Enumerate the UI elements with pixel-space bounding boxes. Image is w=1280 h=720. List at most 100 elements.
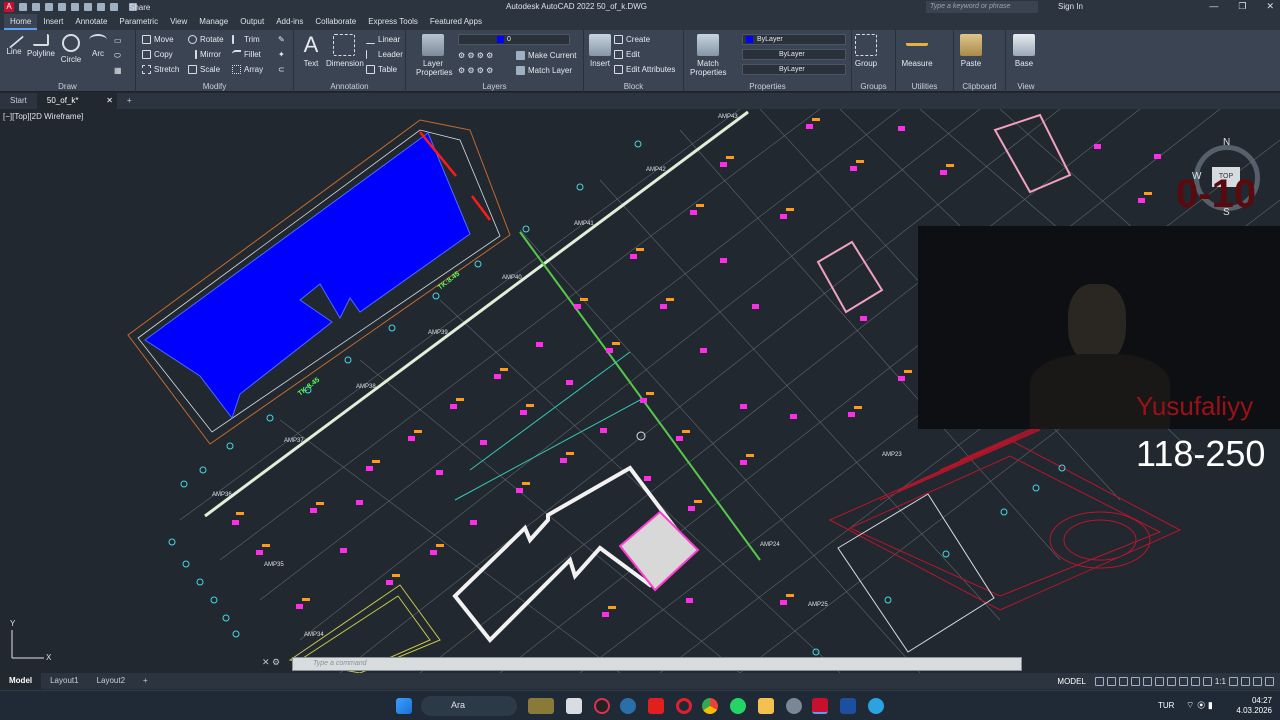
line-button[interactable]: Line — [3, 29, 25, 56]
tab-drawing[interactable]: 50_of_k* ✕ — [36, 93, 117, 109]
viewport-label[interactable]: [−][Top][2D Wireframe] — [3, 112, 83, 121]
tab-collaborate[interactable]: Collaborate — [309, 14, 362, 30]
minimize-icon[interactable]: — — [1209, 1, 1218, 12]
windows-start-icon[interactable] — [396, 698, 412, 714]
tab-start[interactable]: Start — [0, 93, 37, 109]
annotation-scale[interactable]: 1:1 — [1215, 677, 1226, 686]
scale-button[interactable]: Scale — [188, 65, 220, 74]
lineweight-dropdown[interactable]: ByLayer — [742, 64, 846, 75]
tray-icons[interactable]: ⌔ ◉ ▮ — [1186, 700, 1213, 711]
model-space-button[interactable]: MODEL — [1057, 677, 1085, 686]
tab-output[interactable]: Output — [234, 14, 270, 30]
restore-icon[interactable]: ❐ — [1238, 1, 1246, 12]
isolate-objects-icon[interactable] — [1241, 676, 1250, 686]
tab-manage[interactable]: Manage — [193, 14, 234, 30]
command-line-input[interactable]: Type a command — [292, 657, 1022, 671]
measure-button[interactable]: Measure — [900, 34, 934, 68]
osnap-icon[interactable] — [1154, 676, 1164, 686]
rectangle-icon[interactable]: ▭ — [114, 36, 122, 45]
close-icon[interactable]: ✕ — [1266, 1, 1274, 12]
layer-tools-icon[interactable]: ⚙ ⚙ ⚙ ⚙ — [458, 51, 493, 60]
tab-add-ins[interactable]: Add-ins — [270, 14, 309, 30]
opera-icon[interactable] — [676, 698, 692, 714]
close-tab-icon[interactable]: ✕ — [106, 93, 113, 109]
offset-icon[interactable]: ⊂ — [278, 65, 285, 74]
new-icon[interactable] — [19, 3, 27, 11]
new-tab-icon[interactable]: + — [117, 93, 142, 109]
whatsapp-icon[interactable] — [730, 698, 746, 714]
share-button[interactable]: Share — [129, 3, 150, 12]
table-button[interactable]: Table — [366, 65, 397, 74]
viewcube-north[interactable]: N — [1223, 137, 1230, 148]
command-close-icon[interactable]: ✕ ⚙ — [262, 657, 280, 668]
rotate-button[interactable]: Rotate — [188, 35, 224, 44]
linetype-dropdown[interactable]: ByLayer — [742, 49, 846, 60]
base-view-button[interactable]: Base — [1012, 34, 1036, 68]
file-explorer-icon[interactable] — [758, 698, 774, 714]
tab-layout1[interactable]: Layout1 — [41, 673, 87, 689]
edit-attributes-button[interactable]: Edit Attributes — [614, 65, 675, 74]
trim-button[interactable]: Trim — [232, 35, 260, 44]
tab-annotate[interactable]: Annotate — [69, 14, 113, 30]
ellipse-icon[interactable]: ⬭ — [114, 51, 121, 61]
polyline-button[interactable]: Polyline — [26, 34, 56, 58]
ortho-icon[interactable] — [1118, 676, 1128, 686]
insert-button[interactable]: Insert — [588, 34, 612, 68]
autocad-logo-icon[interactable]: A — [4, 2, 14, 12]
tab-insert[interactable]: Insert — [37, 14, 69, 30]
tab-model[interactable]: Model — [0, 673, 42, 689]
autocad-taskbar-icon[interactable] — [812, 698, 828, 714]
opera-gx-icon[interactable] — [594, 698, 610, 714]
taskbar-widget-icon[interactable] — [528, 698, 554, 714]
tab-view[interactable]: View — [164, 14, 193, 30]
settings-icon[interactable] — [786, 698, 802, 714]
move-button[interactable]: Move — [142, 35, 174, 44]
grid-icon[interactable] — [1094, 676, 1104, 686]
array-button[interactable]: Array — [232, 65, 263, 74]
lineweight-icon[interactable] — [1166, 676, 1176, 686]
layer-dropdown[interactable]: 0 — [458, 34, 570, 45]
annotation-visibility-icon[interactable] — [1202, 676, 1212, 686]
dimension-button[interactable]: Dimension — [326, 34, 364, 68]
chrome-icon[interactable] — [702, 698, 718, 714]
steam-icon[interactable] — [620, 698, 636, 714]
explode-icon[interactable]: ✦ — [278, 50, 285, 59]
fullscreen-icon[interactable] — [1253, 676, 1262, 686]
make-current-button[interactable]: Make Current — [516, 51, 576, 60]
transparency-icon[interactable] — [1178, 676, 1188, 686]
text-button[interactable]: A Text — [300, 34, 322, 69]
tab-home[interactable]: Home — [4, 14, 38, 30]
tab-layout2[interactable]: Layout2 — [88, 673, 134, 689]
leader-button[interactable]: Leader — [366, 50, 403, 59]
undo-icon[interactable] — [97, 3, 105, 11]
match-properties-button[interactable]: Match Properties — [690, 34, 726, 77]
sign-in-button[interactable]: Sign In — [1058, 2, 1083, 11]
layer-properties-button[interactable]: Layer Properties — [416, 34, 452, 77]
task-view-icon[interactable] — [566, 698, 582, 714]
taskbar-search[interactable]: Ara — [421, 696, 517, 716]
tab-featured-apps[interactable]: Featured Apps — [424, 14, 488, 30]
redo-icon[interactable] — [110, 3, 118, 11]
isodraft-icon[interactable] — [1142, 676, 1152, 686]
system-clock[interactable]: 04:27 4.03.2026 — [1232, 696, 1272, 716]
keyboard-language[interactable]: TUR — [1158, 701, 1174, 710]
polar-icon[interactable] — [1130, 676, 1140, 686]
recorder-icon[interactable] — [648, 698, 664, 714]
match-layer-button[interactable]: Match Layer — [516, 66, 572, 75]
customize-icon[interactable] — [1265, 676, 1274, 686]
web-icon[interactable] — [71, 3, 79, 11]
linear-dim-button[interactable]: Linear — [366, 35, 400, 44]
snap-icon[interactable] — [1106, 676, 1116, 686]
layer-tools-2-icon[interactable]: ⚙ ⚙ ⚙ ⚙ — [458, 66, 493, 75]
n-app-icon[interactable] — [840, 698, 856, 714]
telegram-icon[interactable] — [868, 698, 884, 714]
fillet-button[interactable]: Fillet — [232, 50, 261, 59]
copy-button[interactable]: Copy — [142, 50, 173, 59]
add-layout-icon[interactable]: + — [134, 673, 157, 689]
selection-cycling-icon[interactable] — [1190, 676, 1200, 686]
mirror-button[interactable]: Mirror — [188, 50, 221, 59]
create-block-button[interactable]: Create — [614, 35, 650, 44]
circle-button[interactable]: Circle — [60, 34, 82, 64]
edit-block-button[interactable]: Edit — [614, 50, 640, 59]
save-icon[interactable] — [45, 3, 53, 11]
